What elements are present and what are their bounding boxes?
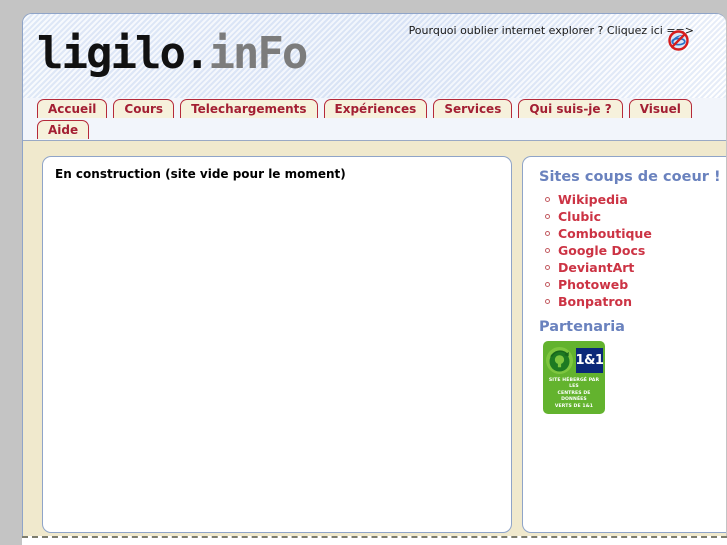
hosting-badge-caption-line3: VERTS DE 1&1 [554, 403, 594, 409]
nav-tab-qui-suis-je[interactable]: Qui suis-je ? [518, 99, 623, 118]
main-content-panel: En construction (site vide pour le momen… [42, 156, 512, 533]
sidebar-panel: Sites coups de coeur ! Wikipedia Clubic … [522, 156, 726, 533]
hosting-badge-top: 1&1 [545, 345, 604, 375]
logo-text-primary: ligilo. [37, 28, 210, 79]
nav-tab-services[interactable]: Services [433, 99, 513, 118]
hosting-badge-caption-line1: SITE HÉBERGÉ PAR LES [548, 378, 600, 390]
favorite-link-photoweb[interactable]: Photoweb [558, 277, 628, 292]
internet-explorer-notice[interactable]: Pourquoi oublier internet explorer ? Cli… [408, 24, 694, 51]
hosting-badge-caption: SITE HÉBERGÉ PAR LES CENTRES DE DONNÉES … [546, 378, 602, 410]
favorite-link-bonpatron[interactable]: Bonpatron [558, 294, 632, 309]
favorite-link-clubic[interactable]: Clubic [558, 209, 601, 224]
page-shell: ligilo.inFo Pourquoi oublier internet ex… [22, 13, 726, 545]
nav-tab-accueil[interactable]: Accueil [37, 99, 108, 118]
nav-row-primary: Accueil Cours Telechargements Expériences Se… [37, 98, 726, 119]
list-item: Wikipedia [543, 191, 715, 207]
green-tree-recycle-icon [545, 346, 574, 375]
page-footer [22, 536, 727, 545]
hosting-badge-brand: 1&1 [576, 347, 604, 373]
sidebar-heading-partners: Partenaria [539, 319, 625, 335]
nav-tab-visuel[interactable]: Visuel [628, 99, 692, 118]
page-body: En construction (site vide pour le momen… [23, 140, 726, 536]
sidebar-heading-favorites: Sites coups de coeur ! [539, 169, 721, 185]
favorite-link-deviantart[interactable]: DeviantArt [558, 260, 634, 275]
internet-explorer-notice-label: Pourquoi oublier internet explorer ? Cli… [408, 24, 694, 37]
list-item: Comboutique [543, 225, 715, 241]
logo-text-secondary: inFo [208, 28, 308, 79]
site-header: ligilo.inFo Pourquoi oublier internet ex… [23, 14, 726, 98]
list-item: Clubic [543, 208, 715, 224]
list-item: Bonpatron [543, 293, 715, 309]
under-construction-message: En construction (site vide pour le momen… [55, 167, 346, 181]
panels-container: En construction (site vide pour le momen… [23, 151, 726, 536]
internet-explorer-forbidden-icon[interactable] [668, 30, 689, 51]
nav-row-secondary: Aide [37, 119, 726, 140]
favorite-link-wikipedia[interactable]: Wikipedia [558, 192, 628, 207]
site-logo[interactable]: ligilo.inFo [37, 32, 308, 76]
nav-tab-experiences[interactable]: Expériences [323, 99, 428, 118]
favorite-sites-list: Wikipedia Clubic Comboutique Google Docs… [543, 191, 715, 309]
list-item: Photoweb [543, 276, 715, 292]
nav-tab-telechargements[interactable]: Telechargements [180, 99, 318, 118]
favorite-link-comboutique[interactable]: Comboutique [558, 226, 652, 241]
favorite-link-google-docs[interactable]: Google Docs [558, 243, 645, 258]
nav-tab-aide[interactable]: Aide [37, 120, 90, 139]
list-item: Google Docs [543, 242, 715, 258]
nav-tab-cours[interactable]: Cours [113, 99, 175, 118]
main-navigation: Accueil Cours Telechargements Expériences Se… [23, 98, 726, 140]
list-item: DeviantArt [543, 259, 715, 275]
hosting-badge-caption-line2: CENTRES DE DONNÉES [557, 390, 591, 403]
hosting-badge-1and1[interactable]: 1&1 SITE HÉBERGÉ PAR LES CENTRES DE DONN… [543, 341, 605, 415]
